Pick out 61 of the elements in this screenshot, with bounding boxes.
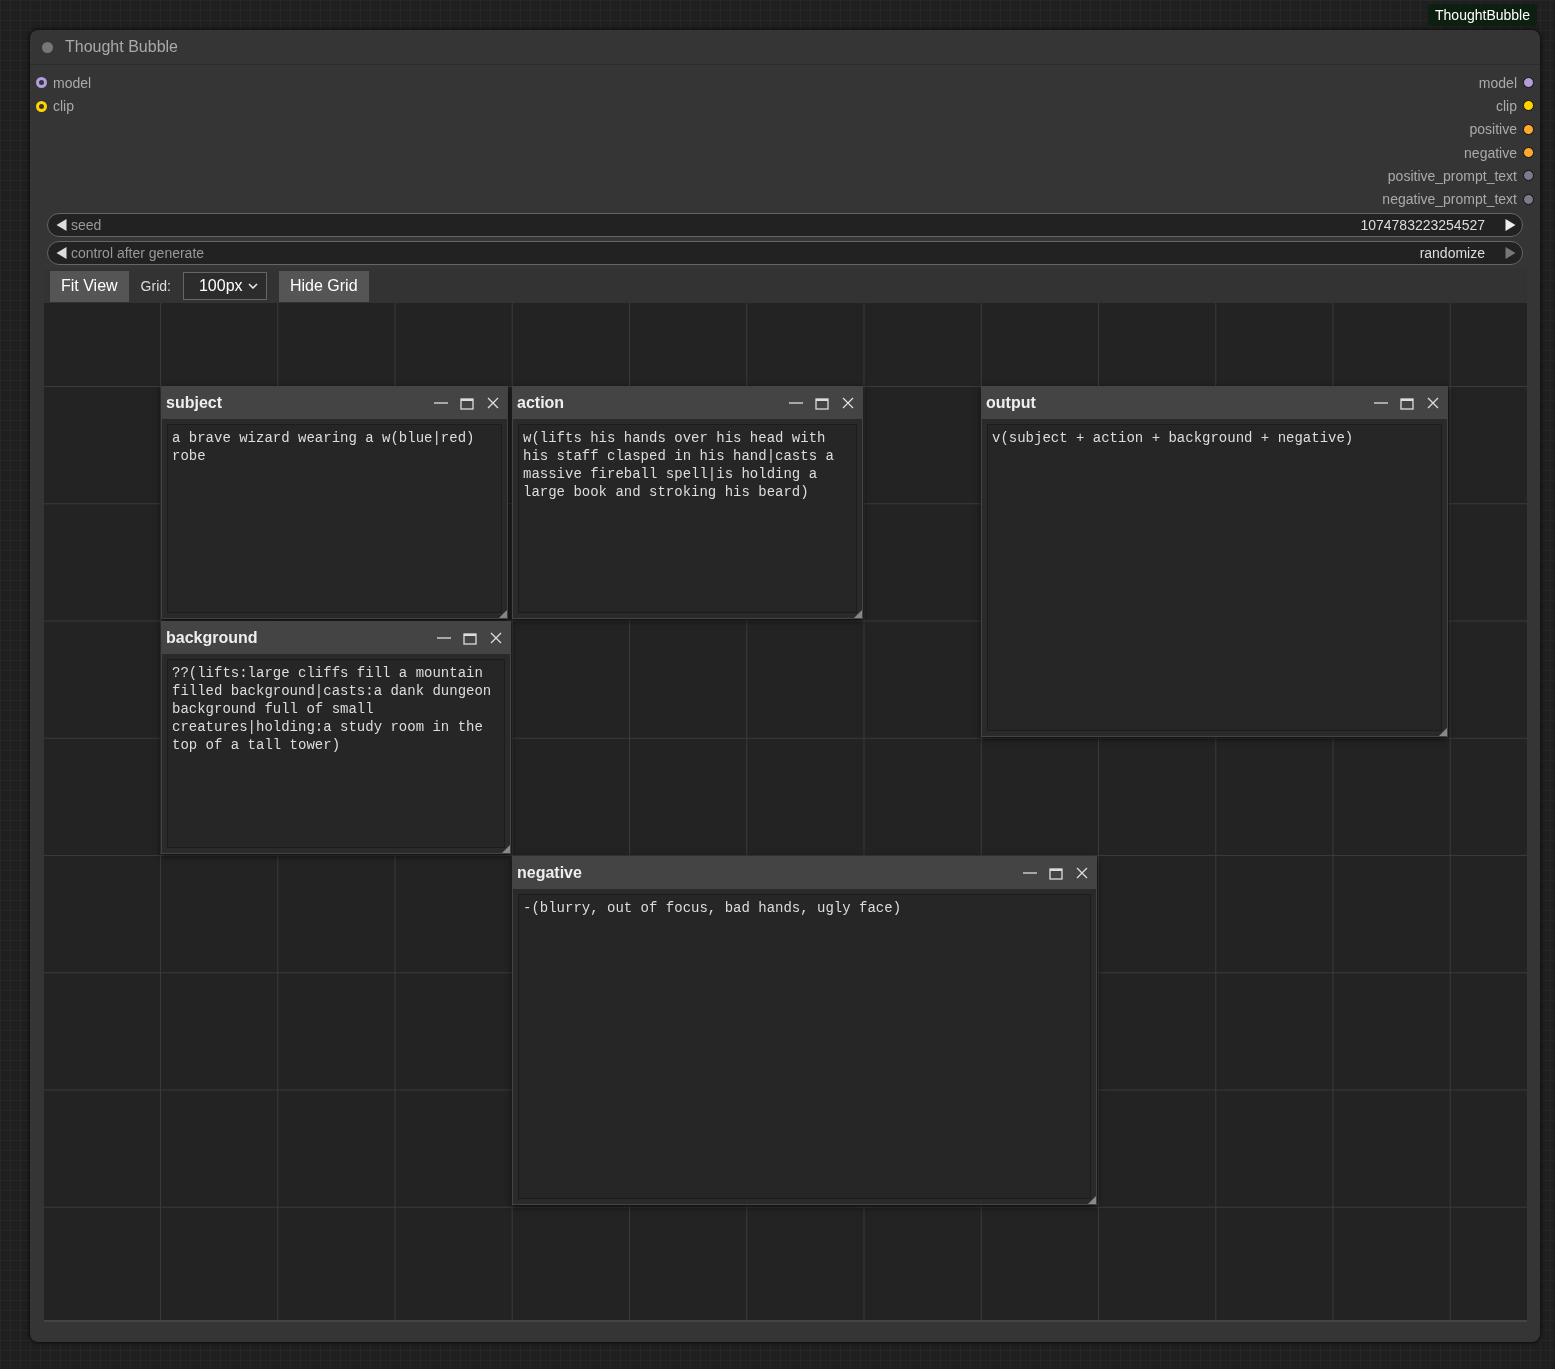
maximize-icon[interactable] xyxy=(814,395,830,411)
text-window[interactable]: subject a brave wizard wearing a w(blue|red) robe xyxy=(161,386,508,619)
widget-value: randomize xyxy=(1419,245,1485,261)
output-label: negative xyxy=(1464,144,1517,161)
close-icon[interactable] xyxy=(1074,865,1090,881)
widget-value: 1074783223254527 xyxy=(1360,217,1485,233)
output-label: positive xyxy=(1469,121,1517,138)
input-label: clip xyxy=(53,98,74,115)
node-title: Thought Bubble xyxy=(65,38,178,56)
close-icon[interactable] xyxy=(1425,395,1441,411)
maximize-icon[interactable] xyxy=(462,630,478,646)
maximize-icon[interactable] xyxy=(1399,395,1415,411)
collapse-dot-icon[interactable] xyxy=(42,41,53,53)
chevron-down-icon xyxy=(247,283,258,289)
input-socket-icon[interactable] xyxy=(36,100,47,112)
window-title: action xyxy=(517,394,566,412)
resize-handle-icon[interactable] xyxy=(1088,1196,1096,1204)
input-socket-icon[interactable] xyxy=(36,77,47,89)
resize-handle-icon[interactable] xyxy=(499,610,507,618)
output-label: model xyxy=(1478,74,1517,91)
number-widget[interactable]: control after generate randomize xyxy=(47,241,1523,265)
output-socket-icon[interactable] xyxy=(1523,77,1534,89)
node-badge: ThoughtBubble xyxy=(1428,4,1537,26)
output-label: positive_prompt_text xyxy=(1387,167,1517,184)
maximize-icon[interactable] xyxy=(1048,865,1064,881)
output-label: negative_prompt_text xyxy=(1382,191,1517,208)
text-window[interactable]: action w(lifts his hands over his head with his staff clasped in his hand|casts a massive fireball spell|is holding a large book and stroking his beard) xyxy=(512,386,863,619)
text-area-field[interactable]: -(blurry, out of focus, bad hands, ugly face) xyxy=(518,894,1091,1199)
text-window[interactable]: output v(subject + action + background + negative) xyxy=(981,386,1448,737)
number-widget[interactable]: seed 1074783223254527 xyxy=(47,213,1523,237)
window-title: background xyxy=(166,629,259,647)
window-title: output xyxy=(986,394,1037,412)
maximize-icon[interactable] xyxy=(459,395,475,411)
resize-handle-icon[interactable] xyxy=(854,610,862,618)
output-socket-icon[interactable] xyxy=(1523,123,1534,135)
resize-handle-icon[interactable] xyxy=(1439,728,1447,736)
widget-label: seed xyxy=(71,217,103,233)
input-label: model xyxy=(53,74,92,91)
fit-view-button[interactable]: Fit View xyxy=(50,270,129,302)
close-icon[interactable] xyxy=(485,395,501,411)
text-area-field[interactable]: ??(lifts:large cliffs fill a mountain filled background|casts:a dank dungeon background full of small creatures|holding:a study room in the top of a tall tower) xyxy=(167,659,505,848)
grid-label: Grid: xyxy=(140,278,171,294)
grid-size-select[interactable]: 100px xyxy=(182,272,267,300)
close-icon[interactable] xyxy=(488,630,504,646)
close-icon[interactable] xyxy=(840,395,856,411)
resize-handle-icon[interactable] xyxy=(502,845,510,853)
output-label: clip xyxy=(1496,98,1517,114)
hide-grid-button[interactable]: Hide Grid xyxy=(278,270,369,302)
output-socket-icon[interactable] xyxy=(1523,147,1534,159)
widget-label: control after generate xyxy=(71,245,206,261)
text-area-field[interactable]: a brave wizard wearing a w(blue|red) robe xyxy=(167,424,502,613)
text-window[interactable]: negative -(blurry, out of focus, bad hands, ugly face) xyxy=(512,856,1097,1205)
text-area-field[interactable]: w(lifts his hands over his head with his staff clasped in his hand|casts a massive fireball spell|is holding a large book and stroking his beard) xyxy=(518,424,857,613)
text-area-field[interactable]: v(subject + action + background + negative) xyxy=(987,424,1442,731)
arrow-right-icon[interactable] xyxy=(1505,219,1516,231)
arrow-left-icon[interactable] xyxy=(56,247,67,259)
output-socket-icon[interactable] xyxy=(1523,100,1534,112)
text-window[interactable]: background ??(lifts:large cliffs fill a mountain filled background|casts:a dank dungeon background full of small creatures|holding:a study room in the top of a tall tower) xyxy=(161,621,511,854)
arrow-left-icon[interactable] xyxy=(56,219,67,231)
window-title: negative xyxy=(517,864,583,882)
window-title: subject xyxy=(166,394,223,412)
